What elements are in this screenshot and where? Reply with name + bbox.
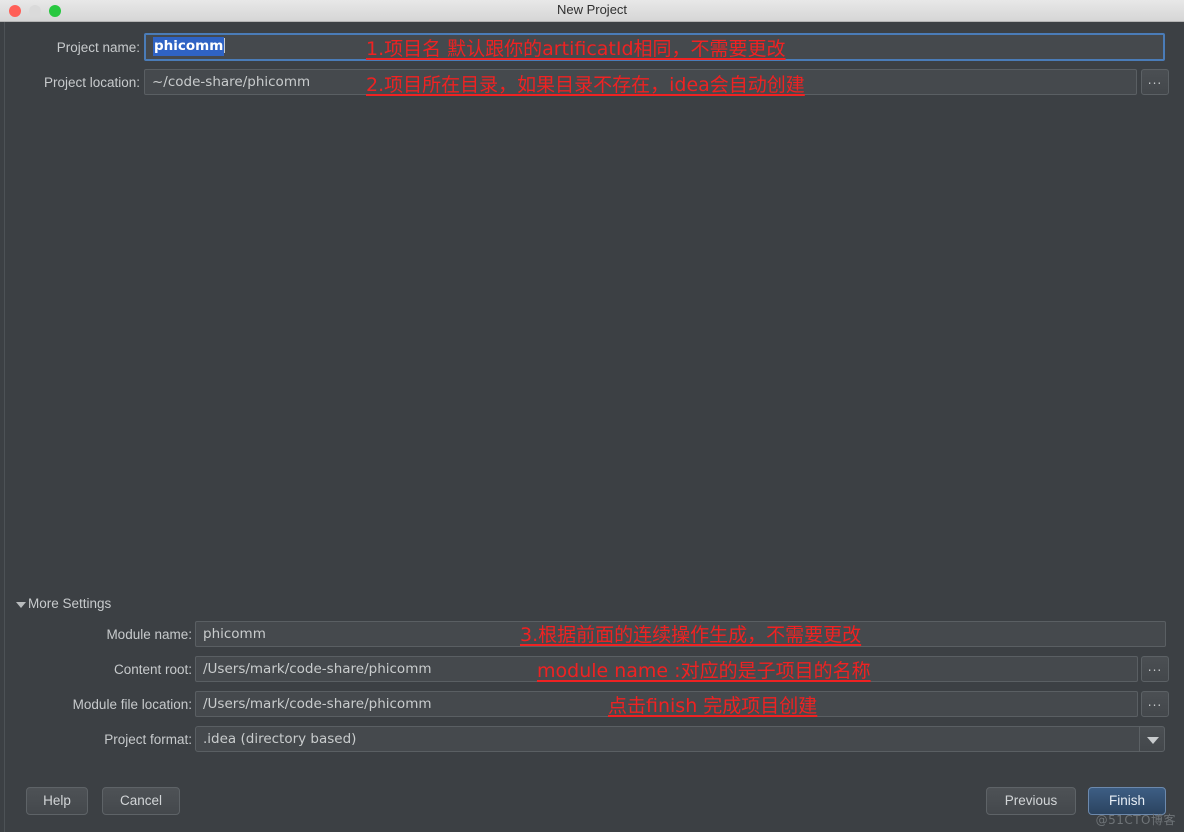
project-location-label: Project location: xyxy=(43,75,140,90)
chevron-down-icon xyxy=(1147,737,1159,744)
watermark: @51CTO博客 xyxy=(1095,813,1176,827)
text-caret xyxy=(224,38,226,53)
project-format-dropdown-button[interactable] xyxy=(1139,726,1165,752)
left-edge-divider xyxy=(4,22,5,832)
more-settings-label: More Settings xyxy=(28,596,120,611)
annotation-4: module name :对应的是子项目的名称 xyxy=(537,660,871,682)
project-name-label: Project name: xyxy=(56,40,140,55)
module-file-location-label: Module file location: xyxy=(72,697,192,712)
cancel-button[interactable]: Cancel xyxy=(102,787,180,815)
previous-button[interactable]: Previous xyxy=(986,787,1076,815)
project-format-label: Project format: xyxy=(104,732,192,747)
window-title: New Project xyxy=(556,2,628,17)
annotation-1: 1.项目名 默认跟你的artificatId相同，不需要更改 xyxy=(366,38,786,60)
more-settings-section-header[interactable]: More Settings xyxy=(14,596,1170,614)
project-location-browse-button[interactable]: ... xyxy=(1141,69,1169,95)
section-divider xyxy=(14,604,1170,605)
project-format-select[interactable]: .idea (directory based) xyxy=(195,726,1140,752)
help-button[interactable]: Help xyxy=(26,787,88,815)
module-name-label: Module name: xyxy=(106,627,192,642)
annotation-2: 2.项目所在目录，如果目录不存在，idea会自动创建 xyxy=(366,74,805,96)
content-root-browse-button[interactable]: ... xyxy=(1141,656,1169,682)
project-name-selected-text: phicomm xyxy=(153,37,225,56)
module-file-location-browse-button[interactable]: ... xyxy=(1141,691,1169,717)
window-titlebar: New Project xyxy=(0,0,1184,22)
new-project-dialog: New Project Project name: phicomm 1.项目名 … xyxy=(0,0,1184,832)
annotation-3: 3.根据前面的连续操作生成，不需要更改 xyxy=(520,624,862,646)
annotation-5: 点击finish 完成项目创建 xyxy=(608,695,818,717)
content-root-label: Content root: xyxy=(113,662,192,677)
chevron-down-icon xyxy=(16,602,26,608)
